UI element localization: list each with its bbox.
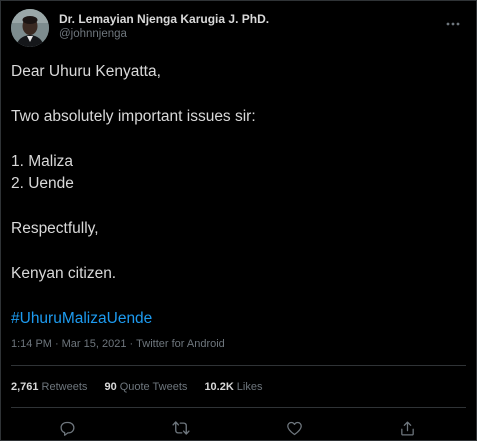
share-icon <box>400 420 414 436</box>
author-handle[interactable]: @johnnjenga <box>59 27 269 42</box>
tweet-line-signature: Kenyan citizen. <box>11 265 117 282</box>
quote-tweets-label: Quote Tweets <box>119 381 188 393</box>
tweet-source[interactable]: Twitter for Android <box>136 338 225 350</box>
like-icon <box>286 421 302 435</box>
avatar-portrait-icon <box>11 9 49 47</box>
tweet-line-greeting: Dear Uhuru Kenyatta, <box>11 63 161 80</box>
author-names: Dr. Lemayian Njenga Karugia J. PhD. @joh… <box>59 12 269 42</box>
hashtag-link[interactable]: #UhuruMalizaUende <box>11 310 152 327</box>
share-button[interactable] <box>397 418 417 438</box>
divider <box>11 407 466 408</box>
author-display-name[interactable]: Dr. Lemayian Njenga Karugia J. PhD. <box>59 12 269 27</box>
retweets-count: 2,761 <box>11 381 39 393</box>
tweet-header: Dr. Lemayian Njenga Karugia J. PhD. @joh… <box>11 8 466 48</box>
retweets-stat[interactable]: 2,761 Retweets <box>11 381 87 393</box>
meta-separator: · <box>54 338 59 350</box>
quote-tweets-stat[interactable]: 90 Quote Tweets <box>104 381 187 393</box>
avatar[interactable] <box>11 9 49 47</box>
retweet-button[interactable] <box>171 418 191 438</box>
meta-separator: · <box>129 338 134 350</box>
quote-tweets-count: 90 <box>104 381 117 393</box>
tweet-meta: 1:14 PM · Mar 15, 2021 · Twitter for Android <box>11 338 225 350</box>
more-icon <box>446 22 460 26</box>
tweet-card: Dr. Lemayian Njenga Karugia J. PhD. @joh… <box>0 0 477 441</box>
tweet-line-item-2: 2. Uende <box>11 175 74 192</box>
likes-count: 10.2K <box>204 381 234 393</box>
likes-stat[interactable]: 10.2K Likes <box>204 381 262 393</box>
likes-label: Likes <box>236 381 263 393</box>
tweet-text: Dear Uhuru Kenyatta, Two absolutely impo… <box>11 61 464 330</box>
more-button[interactable] <box>444 15 462 33</box>
tweet-actions <box>1 415 476 439</box>
reply-button[interactable] <box>57 418 77 438</box>
retweet-icon <box>172 421 190 435</box>
tweet-time[interactable]: 1:14 PM <box>11 338 52 350</box>
tweet-line-item-1: 1. Maliza <box>11 153 74 170</box>
divider <box>11 365 466 366</box>
tweet-stats: 2,761 Retweets 90 Quote Tweets 10.2K Likes <box>11 381 276 393</box>
reply-icon <box>59 421 75 436</box>
tweet-date[interactable]: Mar 15, 2021 <box>62 338 127 350</box>
retweets-label: Retweets <box>41 381 88 393</box>
tweet-line-closing: Respectfully, <box>11 220 99 237</box>
tweet-line-intro: Two absolutely important issues sir: <box>11 108 256 125</box>
like-button[interactable] <box>284 418 304 438</box>
